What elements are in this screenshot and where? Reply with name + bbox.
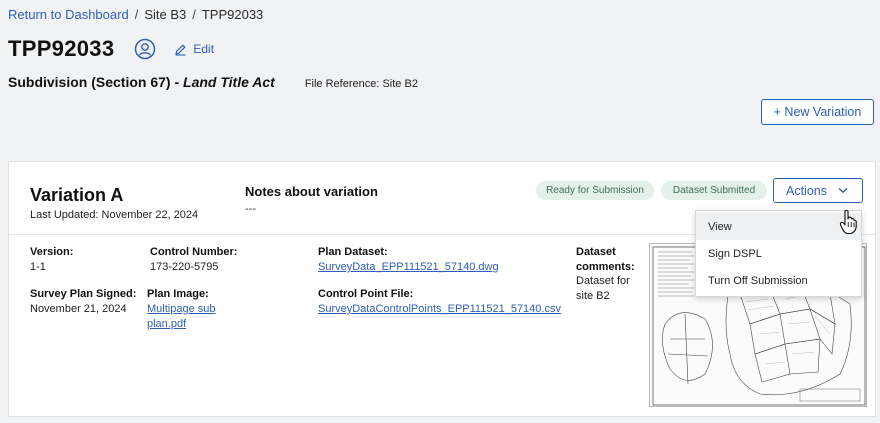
menu-item-sign-dspl[interactable]: Sign DSPL — [696, 240, 861, 267]
breadcrumb-separator: / — [192, 7, 196, 22]
plan-type-act: Land Title Act — [183, 74, 275, 90]
actions-dropdown-menu: View Sign DSPL Turn Off Submission — [695, 210, 862, 297]
menu-item-view[interactable]: View — [696, 213, 861, 240]
menu-item-turn-off-submission[interactable]: Turn Off Submission — [696, 267, 861, 294]
breadcrumb-separator: / — [134, 7, 139, 22]
edit-label: Edit — [193, 42, 215, 56]
chevron-down-icon — [838, 187, 848, 194]
actions-button[interactable]: Actions — [773, 178, 863, 203]
hand-cursor-icon — [839, 209, 857, 235]
plan-dataset-link[interactable]: SurveyData_EPP111521_57140.dwg — [318, 260, 499, 275]
plan-image-link[interactable]: Multipage sub plan.pdf — [147, 302, 216, 332]
plan-type-title: Subdivision (Section 67) - Land Title Ac… — [8, 74, 275, 90]
dataset-comments-value-line-2: site B2 — [576, 290, 610, 302]
survey-signed-label: Survey Plan Signed: — [30, 288, 137, 300]
title-row: TPP92033 Edit — [8, 36, 214, 62]
dataset-comments-value: Dataset for site B2 — [576, 274, 630, 304]
plan-dataset-label: Plan Dataset: — [318, 246, 388, 258]
edit-button[interactable]: Edit — [174, 42, 214, 56]
control-point-label: Control Point File: — [318, 288, 414, 300]
control-point-link[interactable]: SurveyDataControlPoints_EPP111521_57140.… — [318, 302, 561, 317]
file-reference: File Reference: Site B2 — [304, 78, 418, 90]
dataset-comments-label-line-1: Dataset — [576, 246, 616, 258]
dataset-comments-label: Dataset comments: — [576, 245, 635, 275]
notes-title: Notes about variation — [245, 184, 378, 199]
version-label: Version: — [30, 246, 74, 258]
plan-image-link-line-1: Multipage sub — [147, 303, 216, 315]
control-number-value: 173-220-5795 — [150, 261, 219, 273]
notes-value: --- — [245, 203, 256, 215]
page-header: Return to Dashboard / Site B3 / TPP92033 TPP… — [0, 0, 880, 148]
breadcrumb-current: TPP92033 — [201, 7, 264, 22]
control-number-label: Control Number: — [150, 246, 238, 258]
breadcrumb: Return to Dashboard / Site B3 / TPP92033 — [8, 7, 263, 22]
variation-title: Variation A — [30, 185, 124, 205]
last-updated: Last Updated: November 22, 2024 — [30, 209, 199, 221]
new-variation-button[interactable]: + New Variation — [761, 99, 874, 125]
plan-type-prefix: Subdivision (Section 67) - — [8, 74, 184, 90]
status-badge-dataset-submitted: Dataset Submitted — [661, 181, 767, 200]
breadcrumb-site: Site B3 — [144, 7, 187, 22]
plan-image-label: Plan Image: — [147, 288, 209, 300]
dataset-comments-label-line-2: comments: — [576, 261, 635, 273]
breadcrumb-return-link[interactable]: Return to Dashboard — [8, 7, 129, 22]
pencil-icon — [175, 44, 186, 56]
status-badge-ready: Ready for Submission — [536, 181, 654, 200]
page-title: TPP92033 — [8, 36, 115, 61]
user-icon[interactable] — [134, 38, 156, 60]
survey-signed-value: November 21, 2024 — [30, 303, 127, 315]
subtitle-row: Subdivision (Section 67) - Land Title Ac… — [8, 74, 418, 90]
actions-label: Actions — [786, 183, 827, 198]
plan-image-link-line-2: plan.pdf — [147, 318, 187, 330]
version-value: 1-1 — [30, 261, 46, 273]
dataset-comments-value-line-1: Dataset for — [576, 275, 630, 287]
